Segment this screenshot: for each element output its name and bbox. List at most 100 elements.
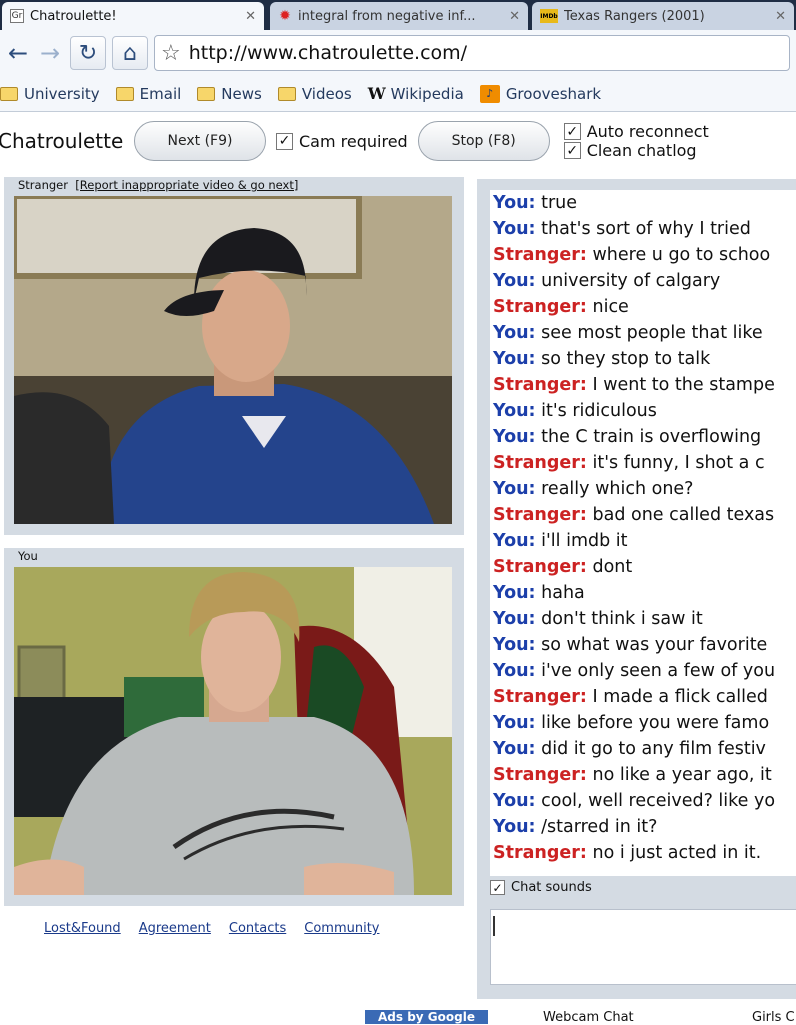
- chat-sender: Stranger:: [493, 505, 587, 525]
- chat-text: that's sort of why I tried: [541, 219, 751, 239]
- chat-message: Stranger: bad one called texas: [490, 502, 796, 528]
- chat-message: You: i've only seen a few of you: [490, 658, 796, 684]
- chat-message: You: see most people that like: [490, 320, 796, 346]
- chat-text: no i just acted in it.: [592, 843, 762, 863]
- tab-texas-rangers[interactable]: IMDb Texas Rangers (2001) ✕: [532, 2, 794, 30]
- app-toolbar: Chatroulette Next (F9) ✓ Cam required St…: [0, 113, 796, 169]
- stranger-video: [14, 196, 452, 524]
- chat-sender: You:: [493, 349, 536, 369]
- chat-sender: Stranger:: [493, 375, 587, 395]
- close-tab-icon[interactable]: ✕: [245, 9, 256, 24]
- checkmark-icon: ✓: [563, 142, 581, 159]
- chat-text: dont: [592, 557, 633, 577]
- checkmark-icon: ✓: [563, 123, 581, 140]
- chat-text: where u go to schoo: [592, 245, 771, 265]
- chat-sender: You:: [493, 609, 536, 629]
- text-caret: [493, 916, 495, 936]
- auto-reconnect-checkbox[interactable]: ✓ Auto reconnect: [563, 122, 709, 141]
- grooveshark-icon: ♪: [479, 84, 500, 103]
- bookmark-label: Wikipedia: [390, 84, 464, 103]
- folder-icon: [277, 86, 296, 101]
- chat-message: You: i'll imdb it: [490, 528, 796, 554]
- chat-message: You: /starred in it?: [490, 814, 796, 840]
- browser-tab-bar: Gr Chatroulette! ✕ ✹ integral from negat…: [0, 0, 796, 30]
- footer-link-community[interactable]: Community: [304, 921, 379, 936]
- home-icon[interactable]: ⌂: [112, 36, 148, 70]
- chat-message: You: cool, well received? like yo: [490, 788, 796, 814]
- options-group: ✓ Auto reconnect ✓ Clean chatlog: [563, 122, 709, 160]
- chat-sender: Stranger:: [493, 843, 587, 863]
- chat-text: nice: [592, 297, 629, 317]
- chat-message: You: true: [490, 190, 796, 216]
- chat-message: You: like before you were famo: [490, 710, 796, 736]
- chat-message: Stranger: no like a year ago, it: [490, 762, 796, 788]
- stop-button[interactable]: Stop (F8): [417, 121, 550, 161]
- next-button[interactable]: Next (F9): [134, 121, 266, 161]
- chat-log[interactable]: You: true You: that's sort of why I tried…: [490, 190, 796, 876]
- chat-text: true: [541, 193, 578, 213]
- chat-sounds-checkbox[interactable]: ✓ Chat sounds: [490, 880, 592, 895]
- chat-text: so what was your favorite: [541, 635, 768, 655]
- checkmark-icon: ✓: [276, 132, 293, 150]
- chat-text: it's ridiculous: [541, 401, 657, 421]
- report-link[interactable]: [Report inappropriate video & go next]: [75, 178, 298, 192]
- chat-sender: You:: [493, 817, 536, 837]
- chat-sender: Stranger:: [493, 453, 587, 473]
- footer-link-contacts[interactable]: Contacts: [229, 921, 286, 936]
- chat-text: bad one called texas: [592, 505, 775, 525]
- chat-sender: You:: [493, 271, 536, 291]
- forward-arrow-icon[interactable]: →: [36, 39, 64, 67]
- chat-sender: You:: [493, 791, 536, 811]
- chat-message: Stranger: no i just acted in it.: [490, 840, 796, 866]
- chat-sender: You:: [493, 323, 536, 343]
- close-tab-icon[interactable]: ✕: [775, 9, 786, 24]
- chat-sender: Stranger:: [493, 557, 587, 577]
- gear-icon: ✹: [279, 8, 291, 24]
- chat-text: /starred in it?: [541, 817, 658, 837]
- chat-sender: You:: [493, 635, 536, 655]
- checkbox-label: Auto reconnect: [586, 122, 709, 141]
- reload-icon[interactable]: ↻: [70, 36, 106, 70]
- imdb-favicon-icon: IMDb: [540, 9, 558, 23]
- ads-by-google-badge[interactable]: Ads by Google: [365, 1010, 488, 1024]
- address-bar[interactable]: ☆ http://www.chatroulette.com/: [154, 35, 790, 71]
- chat-text: cool, well received? like yo: [541, 791, 776, 811]
- bookmark-label: University: [24, 84, 100, 103]
- ad-link-webcam-chat[interactable]: Webcam Chat: [543, 1010, 634, 1025]
- chat-text: so they stop to talk: [541, 349, 711, 369]
- tab-chatroulette[interactable]: Gr Chatroulette! ✕: [2, 2, 264, 30]
- chat-text: i've only seen a few of you: [541, 661, 776, 681]
- stranger-video-frame: [14, 196, 452, 524]
- chat-text: haha: [541, 583, 585, 603]
- tab-title: integral from negative inf...: [298, 8, 476, 24]
- chat-sender: You:: [493, 661, 536, 681]
- bookmark-wikipedia[interactable]: W Wikipedia: [368, 84, 464, 103]
- cam-required-checkbox[interactable]: ✓ Cam required: [276, 132, 408, 151]
- chat-message: You: university of calgary: [490, 268, 796, 294]
- back-arrow-icon[interactable]: ←: [4, 39, 32, 67]
- bookmark-news[interactable]: News: [197, 85, 262, 103]
- clean-chatlog-checkbox[interactable]: ✓ Clean chatlog: [563, 141, 709, 160]
- chat-message: Stranger: I went to the stampe: [490, 372, 796, 398]
- ad-link-girls[interactable]: Girls C: [752, 1010, 795, 1025]
- bookmark-videos[interactable]: Videos: [277, 84, 352, 103]
- footer-link-agreement[interactable]: Agreement: [139, 921, 211, 936]
- you-video: [14, 567, 452, 895]
- close-tab-icon[interactable]: ✕: [509, 9, 520, 24]
- chat-text: I went to the stampe: [592, 375, 775, 395]
- footer-links: Lost&Found Agreement Contacts Community: [44, 921, 398, 936]
- bookmark-label: Videos: [301, 84, 352, 103]
- bookmark-star-icon[interactable]: ☆: [161, 41, 181, 66]
- bookmark-university[interactable]: University: [0, 85, 100, 103]
- chat-sender: Stranger:: [493, 687, 587, 707]
- chat-text: no like a year ago, it: [592, 765, 772, 785]
- chat-text: really which one?: [541, 479, 694, 499]
- bookmark-grooveshark[interactable]: ♪ Grooveshark: [479, 84, 601, 103]
- chat-sender: You:: [493, 479, 536, 499]
- chat-input[interactable]: [490, 909, 796, 985]
- footer-link-lostfound[interactable]: Lost&Found: [44, 921, 121, 936]
- chat-text: it's funny, I shot a c: [592, 453, 765, 473]
- bookmark-email[interactable]: Email: [115, 85, 181, 103]
- chat-message: You: haha: [490, 580, 796, 606]
- tab-integral[interactable]: ✹ integral from negative inf... ✕: [270, 2, 528, 30]
